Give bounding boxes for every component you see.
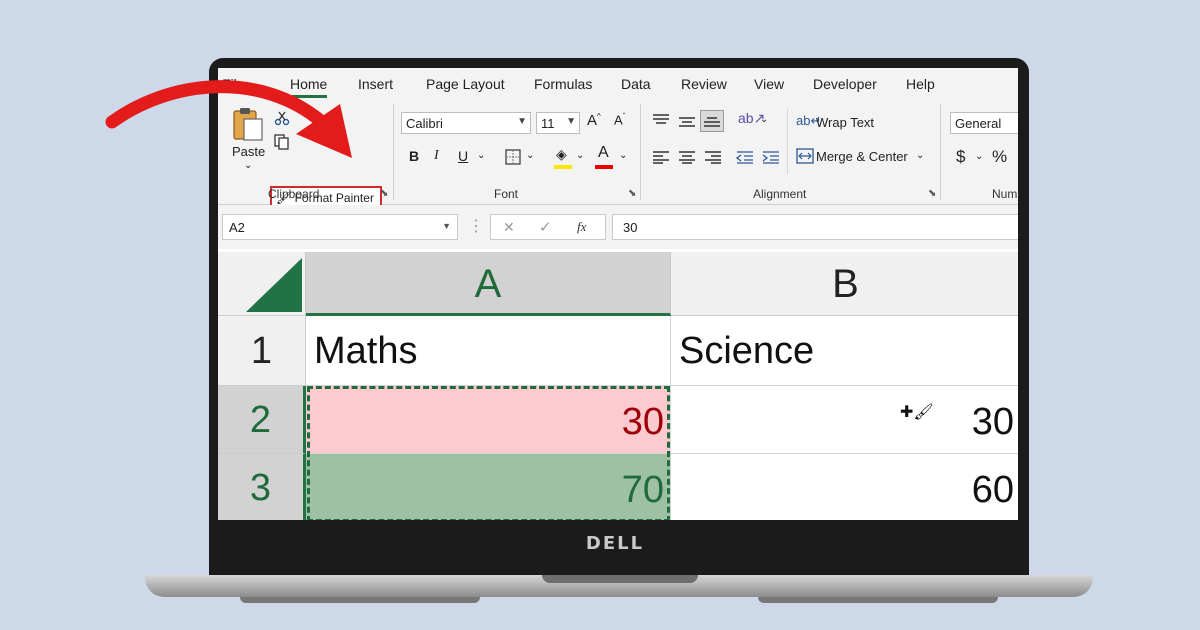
red-arrow-annotation xyxy=(105,80,352,158)
